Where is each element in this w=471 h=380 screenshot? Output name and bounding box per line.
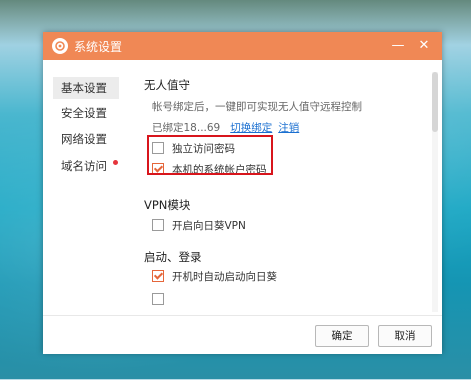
sidebar-item-label: 安全设置 xyxy=(61,106,107,120)
bound-account-text: 已绑定18...69 xyxy=(152,122,221,134)
sidebar-item-label: 域名访问 xyxy=(61,159,107,173)
switch-binding-link[interactable]: 切换绑定 xyxy=(230,122,272,134)
sidebar-item-domain-access[interactable]: 域名访问 xyxy=(53,155,119,177)
checkbox-label: 开启向日葵VPN xyxy=(172,220,246,232)
content-scrollbar[interactable] xyxy=(432,72,438,312)
notification-dot-icon xyxy=(113,160,118,165)
unattended-description: 帐号绑定后，一键即可实现无人值守远程控制 xyxy=(152,101,362,113)
ok-button[interactable]: 确定 xyxy=(315,325,369,347)
bound-account-row: 已绑定18...69 切换绑定 注销 xyxy=(152,120,299,135)
sidebar-item-basic[interactable]: 基本设置 xyxy=(53,77,119,99)
sidebar-item-security[interactable]: 安全设置 xyxy=(53,102,119,124)
minimize-button[interactable]: — xyxy=(388,36,408,56)
window-title: 系统设置 xyxy=(74,40,123,54)
dialog-footer: 确定 取消 xyxy=(43,315,442,354)
vpn-checkbox[interactable] xyxy=(152,219,164,231)
auto-start-checkbox[interactable] xyxy=(152,270,164,282)
highlight-annotation-box xyxy=(147,135,273,175)
cut-off-checkbox[interactable] xyxy=(152,293,164,305)
scrollbar-thumb[interactable] xyxy=(432,72,438,132)
cancel-button[interactable]: 取消 xyxy=(378,325,432,347)
sunlogin-app-icon xyxy=(52,38,68,54)
title-bar[interactable]: 系统设置 — ✕ xyxy=(43,32,442,60)
settings-window: 系统设置 — ✕ 基本设置 安全设置 网络设置 域名访问 无人值守 帐号绑定后，… xyxy=(43,32,442,354)
sidebar-item-network[interactable]: 网络设置 xyxy=(53,128,119,150)
close-button[interactable]: ✕ xyxy=(414,36,434,56)
logout-link[interactable]: 注销 xyxy=(278,122,299,134)
auto-start-option[interactable]: 开机时自动启动向日葵 xyxy=(152,270,277,284)
settings-content: 无人值守 帐号绑定后，一键即可实现无人值守远程控制 已绑定18...69 切换绑定… xyxy=(140,60,432,315)
checkbox-label: 开机时自动启动向日葵 xyxy=(172,271,277,283)
sidebar-item-label: 网络设置 xyxy=(61,132,107,146)
cut-off-option[interactable] xyxy=(152,293,172,307)
vpn-option[interactable]: 开启向日葵VPN xyxy=(152,219,246,233)
unattended-section-title: 无人值守 xyxy=(144,78,190,92)
startup-section-title: 启动、登录 xyxy=(144,250,202,264)
vpn-section-title: VPN模块 xyxy=(144,198,191,212)
settings-sidebar: 基本设置 安全设置 网络设置 域名访问 xyxy=(43,60,130,315)
sidebar-item-label: 基本设置 xyxy=(61,81,107,95)
